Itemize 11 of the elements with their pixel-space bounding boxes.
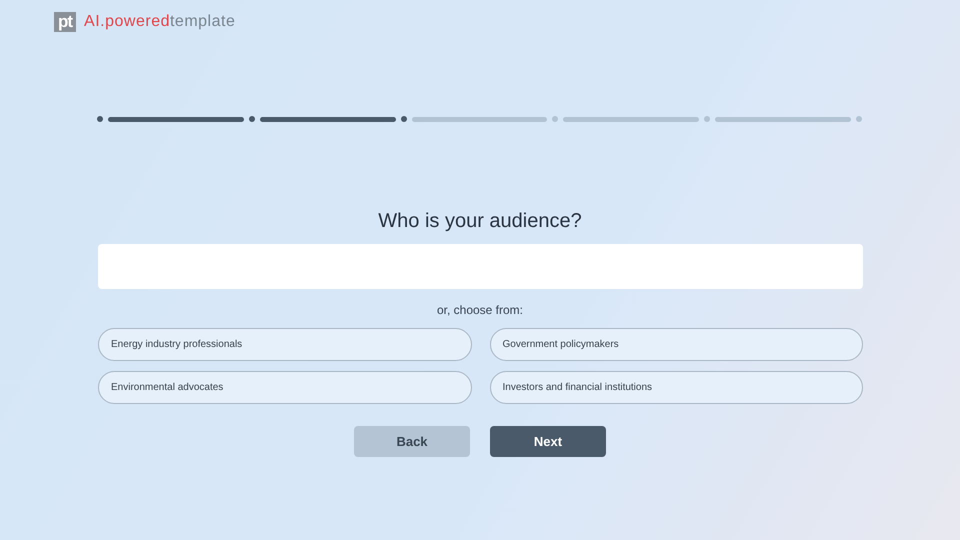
logo-mark: pt <box>54 12 76 32</box>
choice-option[interactable]: Investors and financial institutions <box>490 371 863 404</box>
choice-option[interactable]: Environmental advocates <box>98 371 472 404</box>
next-button[interactable]: Next <box>490 426 606 457</box>
back-button[interactable]: Back <box>354 426 470 457</box>
choose-label: or, choose from: <box>436 303 524 317</box>
answer-field[interactable] <box>98 244 863 289</box>
choice-option[interactable]: Government policymakers <box>490 328 863 361</box>
brand-name: AI.poweredtemplate <box>84 13 236 31</box>
choice-option[interactable]: Energy industry professionals <box>98 328 472 361</box>
question-title: Who is your audience? <box>377 209 583 234</box>
